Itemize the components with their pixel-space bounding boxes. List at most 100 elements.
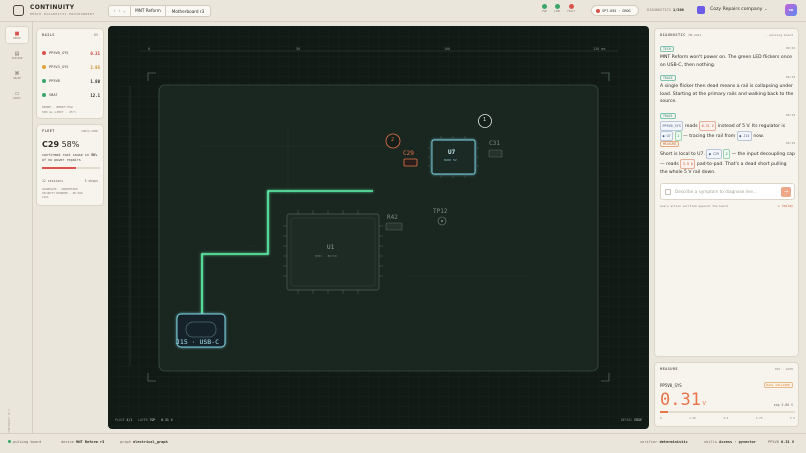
nav-item-parts[interactable]: ▭ PARTS <box>5 86 29 104</box>
rail-status-icon <box>42 93 46 97</box>
marker-chip-2[interactable]: 2 <box>723 149 731 159</box>
status-light-icon <box>568 4 574 9</box>
part-chip-c29[interactable]: ● C29 <box>706 149 722 159</box>
tp12-label[interactable]: TP12 <box>433 208 447 215</box>
fleet-note: LOGS <box>42 195 49 199</box>
ruler-tick: 0 <box>148 47 151 51</box>
board-crumb[interactable]: Motherboard r3 <box>166 9 210 14</box>
rails-footer: PROBE · BENCH PSU 500 ms LIMIT · 25°C <box>42 105 77 114</box>
fleet-notes: AGGREGATE · ANONYMIZED SECURITY BOUNDED ·… <box>42 187 82 199</box>
bottom-status: pulsing board <box>8 440 41 444</box>
status-dot-icon <box>8 440 11 443</box>
status-light-icon <box>554 4 560 9</box>
rails-count: 05 <box>93 33 98 37</box>
fleet-progress <box>42 167 100 169</box>
entry-1: TRACE 09:33 A single flicker then dead m… <box>660 75 795 105</box>
u1-label: U1 <box>327 244 335 251</box>
avatar[interactable]: CR <box>785 4 797 16</box>
board-viewer[interactable]: 0 50 100 120 mm U1 PMIC · BD718 U7 BUCK 5V … <box>108 26 649 429</box>
diag-counter: DIAGNOSTICS 1/300 <box>647 8 684 12</box>
status-light: LINK <box>554 4 560 13</box>
u7-label: U7 <box>448 149 456 156</box>
marker-2[interactable]: 2 <box>391 137 394 143</box>
diag-footer: every action verified against the board <box>660 204 728 208</box>
status-light: PWR <box>542 4 547 13</box>
net-chip[interactable]: PP5V0_SYS <box>660 121 684 131</box>
rail-collapse-badge: RAIL COLLAPSE <box>763 382 793 388</box>
left-nav: ■ BENCH ▤ SESSION ⌘ GRAPH ▭ PARTS CONTINUITY V0… <box>5 26 31 434</box>
bottom-bar: pulsing board device MNT Reform r3 graph… <box>0 433 806 453</box>
workspace-selector[interactable]: Cozy Repairs company ⌄ <box>710 7 768 12</box>
rail-status-icon <box>42 65 46 69</box>
nav-item-bench[interactable]: ■ BENCH <box>5 26 29 44</box>
ruler-tick: 50 <box>296 47 301 51</box>
attach-icon[interactable] <box>665 189 671 195</box>
scale-tick: 5 V <box>789 416 795 420</box>
scale-tick: 1.25 <box>689 416 696 420</box>
measure-bar <box>660 411 795 413</box>
u1-sub: PMIC · BD718 <box>315 254 337 258</box>
fleet-sessions: 12 sessions <box>42 179 64 183</box>
status-light-icon <box>542 4 547 9</box>
rails-panel: RAILS 05 PP5V0_SYS 0.31 PP3V3_SYS 2.95 PP5VB… <box>36 28 104 119</box>
rail-status-icon <box>42 51 46 55</box>
diag-header: DIAGNOSTIC MR-2241 <box>660 33 702 37</box>
measure-mode: DCV · AUTO <box>774 367 793 371</box>
nav-item-graph[interactable]: ⌘ GRAPH <box>5 66 29 84</box>
measure-title: MEASURE <box>660 367 678 371</box>
app-name: CONTINUITY <box>30 4 75 11</box>
scale-tick: 3.75 <box>755 416 763 420</box>
r42-label[interactable]: R42 <box>387 214 398 221</box>
j15-label[interactable]: J15 · USB-C <box>176 338 219 346</box>
rail-row[interactable]: PP5VB 1.80 <box>42 74 100 88</box>
c29-label[interactable]: C29 <box>403 150 414 157</box>
measure-scale: 0 1.25 2.5 3.75 5 V <box>660 416 795 420</box>
session-pill[interactable]: SPT-055 · GROG <box>591 5 639 16</box>
fleet-headline: C29 58% <box>42 140 80 149</box>
device-crumb[interactable]: MNT Reform <box>131 6 166 16</box>
measure-bar-fill <box>660 411 669 413</box>
nav-arrows[interactable]: ‹ › ⌄ <box>109 6 131 16</box>
app-tagline: BENCH DIAGNOSTIC ENVIRONMENT <box>30 12 95 16</box>
workspace-icon <box>697 6 705 14</box>
value-chip: 0.31 V <box>699 121 717 131</box>
bottom-probe: PP5V0 0.31 V <box>768 440 794 444</box>
rail-row[interactable]: VBAT 12.1 <box>42 88 100 102</box>
part-chip-u7[interactable]: ● U7 <box>660 131 674 141</box>
nav-item-session[interactable]: ▤ SESSION <box>5 46 29 64</box>
bottom-verifier: verifier deterministic <box>640 440 688 444</box>
status-lights: PWR LINK FAULT <box>542 4 575 13</box>
measure-value: 0.31 V <box>660 390 706 410</box>
marker-1[interactable]: 1 <box>483 117 486 123</box>
fleet-title: FLEET <box>42 129 55 133</box>
fleet-progress-fill <box>42 167 76 169</box>
marker-chip-1[interactable]: 1 <box>674 131 682 141</box>
nav-divider <box>32 22 33 433</box>
rails-title: RAILS <box>42 33 55 37</box>
session-dot-icon <box>596 8 600 13</box>
resistance-chip: 3.9 Ω <box>680 159 696 169</box>
symptom-input[interactable]: Describe a symptom to diagnose live... → <box>660 183 795 200</box>
entry-2: TRACE 09:33 PP5V0_SYS reads 0.31 V inste… <box>660 113 795 141</box>
measure-net: PP5V0_SYS <box>660 383 682 388</box>
entry-0: TECH 09:32 MNT Reform won't power on. Th… <box>660 46 795 68</box>
part-chip-j15[interactable]: ● J15 <box>736 131 752 141</box>
ruler-tick: 120 mm <box>593 47 606 51</box>
bottom-device: device MNT Reform r3 <box>61 440 105 444</box>
chevron-down-icon: ⌄ <box>763 7 768 12</box>
entry-3: MEASURE 09:34 Short is local to U7. ● C2… <box>660 141 795 175</box>
scale-tick: 2.5 <box>723 416 729 420</box>
version-label: CONTINUITY V0.3 <box>8 408 11 432</box>
fleet-shops: 5 shops <box>84 179 98 183</box>
rail-row[interactable]: PP5V0_SYS 0.31 <box>42 46 100 60</box>
replay-link[interactable]: ↻ replay <box>778 204 793 208</box>
app-logo-icon[interactable] <box>13 5 24 16</box>
send-button[interactable]: → <box>781 187 791 197</box>
diag-status: · pulsing board <box>765 33 793 37</box>
rail-row[interactable]: PP3V3_SYS 2.95 <box>42 60 100 74</box>
board-footer-left: PLACE 4/1 LAYER TOP 0.31 V <box>115 418 173 422</box>
rail-status-icon <box>42 79 46 83</box>
c31-label[interactable]: C31 <box>489 140 500 147</box>
measure-panel: MEASURE DCV · AUTO PP5V0_SYS RAIL COLLAP… <box>654 362 799 427</box>
diagnostic-panel: DIAGNOSTIC MR-2241 · pulsing board TECH … <box>654 28 799 357</box>
